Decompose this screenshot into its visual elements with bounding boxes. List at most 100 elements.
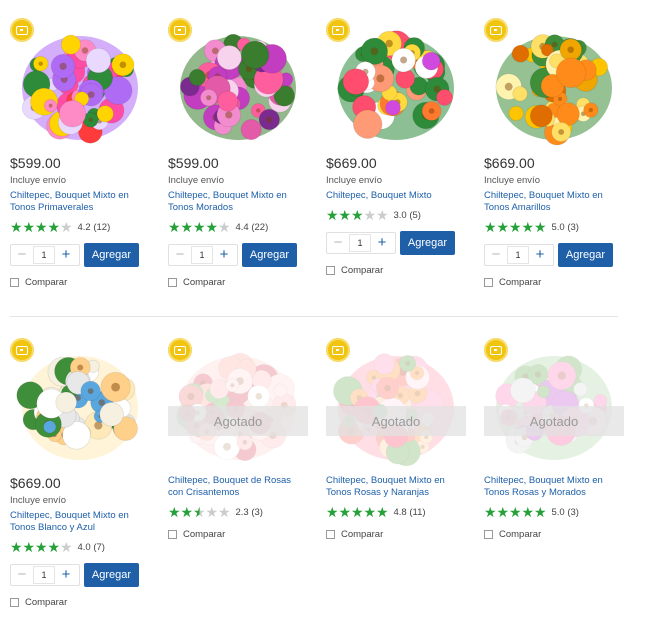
minus-icon[interactable]: − (11, 245, 33, 265)
product-name-link[interactable]: Chiltepec, Bouquet Mixto en Tonos Primav… (10, 190, 150, 214)
gift-icon (10, 18, 34, 42)
gift-icon (10, 338, 34, 362)
rating-star-icon: ★ (521, 219, 535, 235)
checkbox-icon[interactable] (10, 278, 19, 287)
rating-stars: ★ ★ ★ ★ ★ (168, 220, 231, 234)
checkbox-icon[interactable] (326, 530, 335, 539)
rating-star-icon: ★ (351, 504, 364, 520)
product-price: $669.00 (484, 155, 535, 171)
compare-checkbox[interactable]: Comparar (326, 265, 466, 276)
rating-star-icon: ★ (22, 219, 36, 235)
add-to-cart-button[interactable]: Agregar (242, 243, 297, 267)
product-card[interactable]: $669.00 Incluye envío Chiltepec, Bouquet M… (10, 338, 150, 608)
rating-stars: ★ ★ ★ ★ ★ (326, 208, 389, 222)
add-to-cart-button[interactable]: Agregar (84, 563, 139, 587)
product-rating: ★ ★ ★ ★ ★ 3.0 (5) (326, 208, 466, 222)
rating-text: 4.2 (12) (77, 221, 111, 233)
add-to-cart-button[interactable]: Agregar (558, 243, 613, 267)
rating-stars: ★ ★ ★ ★ ★ (326, 505, 389, 519)
rating-star-icon: ★ (47, 539, 61, 555)
rating-star-icon: ★ (10, 219, 23, 235)
sold-out-overlay: Agotado (168, 406, 308, 436)
checkbox-icon[interactable] (484, 530, 493, 539)
product-name-link[interactable]: Chiltepec, Bouquet Mixto (326, 190, 466, 202)
rating-star-icon: ★ (180, 504, 194, 520)
rating-star-icon: ★ (35, 539, 48, 555)
gift-icon (484, 338, 508, 362)
rating-star-icon: ★ (351, 207, 364, 223)
product-image[interactable]: Agotado (484, 338, 624, 473)
quantity-input[interactable] (33, 566, 55, 584)
product-image[interactable]: Agotado (168, 338, 308, 473)
rating-star-icon: ★ (376, 504, 389, 520)
rating-star-icon: ★ (496, 219, 510, 235)
checkbox-icon[interactable] (10, 598, 19, 607)
add-to-cart-row: − + Agregar (10, 563, 150, 587)
quantity-input[interactable] (191, 246, 213, 264)
product-rating: ★ ★ ★ ★ ★ 5.0 (3) (484, 220, 624, 234)
compare-checkbox[interactable]: Comparar (484, 277, 624, 288)
sold-out-overlay: Agotado (326, 406, 466, 436)
quantity-input[interactable] (33, 246, 55, 264)
compare-checkbox[interactable]: Comparar (168, 529, 308, 540)
minus-icon[interactable]: − (327, 233, 349, 253)
product-card[interactable]: $599.00 Incluye envío Chiltepec, Bouquet M… (10, 18, 150, 288)
rating-star-icon: ★ (168, 219, 181, 235)
compare-checkbox[interactable]: Comparar (484, 529, 624, 540)
compare-checkbox[interactable]: Comparar (326, 529, 466, 540)
rating-stars: ★ ★ ★ ★ ★ (484, 505, 547, 519)
rating-star-icon: ★ (22, 539, 36, 555)
product-card[interactable]: Agotado Chiltepec, Bouquet Mixto en Tonos… (484, 338, 624, 540)
product-name-link[interactable]: Chiltepec, Bouquet Mixto en Tonos Rosas … (484, 475, 624, 499)
gift-icon (168, 18, 192, 42)
checkbox-icon[interactable] (168, 278, 177, 287)
product-card[interactable]: Agotado Chiltepec, Bouquet Mixto en Tonos… (326, 338, 466, 540)
plus-icon[interactable]: + (55, 565, 77, 585)
product-card[interactable]: Agotado Chiltepec, Bouquet de Rosas con C… (168, 338, 308, 540)
rating-star-icon: ★ (205, 219, 219, 235)
product-image[interactable]: Agotado (326, 338, 466, 473)
rating-star-icon: ★ (60, 219, 73, 235)
quantity-stepper: −+ (168, 244, 238, 266)
rating-star-icon: ★ (534, 219, 547, 235)
product-card[interactable]: $599.00 Incluye envío Chiltepec, Bouquet M… (168, 18, 308, 288)
product-name-link[interactable]: Chiltepec, Bouquet de Rosas con Crisante… (168, 475, 308, 499)
checkbox-icon[interactable] (168, 530, 177, 539)
add-to-cart-button[interactable]: Agregar (400, 231, 455, 255)
plus-icon[interactable]: + (55, 245, 77, 265)
rating-star-icon: ★ (47, 219, 61, 235)
add-to-cart-button[interactable]: Agregar (84, 243, 139, 267)
product-card[interactable]: $669.00 Incluye envío Chiltepec, Bouquet M… (326, 18, 466, 276)
product-name-link[interactable]: Chiltepec, Bouquet Mixto en Tonos Morado… (168, 190, 308, 214)
plus-icon[interactable]: + (529, 245, 551, 265)
shipping-note: Incluye envío (326, 175, 382, 186)
product-image[interactable] (10, 18, 150, 153)
add-to-cart-row: −+Agregar (484, 243, 624, 267)
quantity-stepper: −+ (484, 244, 554, 266)
product-name-link[interactable]: Chiltepec, Bouquet Mixto en Tonos Blanco… (10, 510, 150, 534)
rating-star-icon: ★ (60, 539, 73, 555)
product-image[interactable] (10, 338, 150, 473)
compare-checkbox[interactable]: Comparar (10, 277, 150, 288)
checkbox-icon[interactable] (484, 278, 493, 287)
product-image[interactable] (168, 18, 308, 153)
rating-star-icon: ★ (521, 504, 535, 520)
minus-icon[interactable]: − (11, 565, 33, 585)
minus-icon[interactable]: − (169, 245, 191, 265)
plus-icon[interactable]: + (371, 233, 393, 253)
gift-icon (484, 18, 508, 42)
checkbox-icon[interactable] (326, 266, 335, 275)
product-card[interactable]: $669.00 Incluye envío Chiltepec, Bouquet M… (484, 18, 624, 288)
compare-checkbox[interactable]: Comparar (168, 277, 308, 288)
rating-stars: ★ ★ ★ ★ ★ (10, 220, 73, 234)
quantity-input[interactable] (507, 246, 529, 264)
plus-icon[interactable]: + (213, 245, 235, 265)
minus-icon[interactable]: − (485, 245, 507, 265)
compare-checkbox[interactable]: Comparar (10, 597, 150, 608)
quantity-input[interactable] (349, 234, 371, 252)
product-name-link[interactable]: Chiltepec, Bouquet Mixto en Tonos Amaril… (484, 190, 624, 214)
product-image[interactable] (326, 18, 466, 153)
product-name-link[interactable]: Chiltepec, Bouquet Mixto en Tonos Rosas … (326, 475, 466, 499)
product-image[interactable] (484, 18, 624, 153)
compare-label: Comparar (183, 529, 226, 540)
